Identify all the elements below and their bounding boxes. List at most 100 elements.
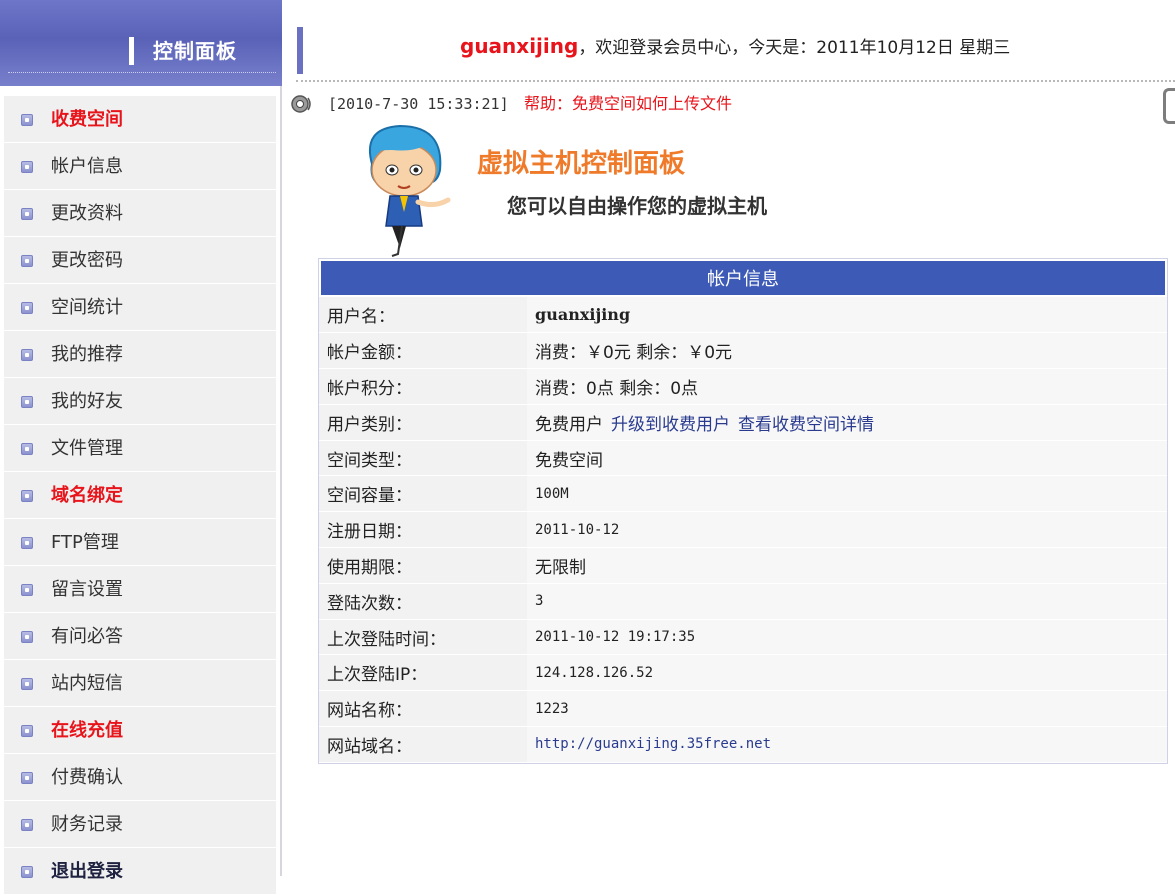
table-row: 登陆次数： 3 bbox=[319, 583, 1167, 620]
header-accent-bar bbox=[129, 37, 134, 65]
sidebar-item[interactable]: 我的好友 bbox=[4, 378, 276, 425]
username-value-cell: guanxijing bbox=[527, 297, 1167, 334]
sidebar-item-label: 空间统计 bbox=[51, 297, 123, 318]
sidebar-title: 控制面板 bbox=[153, 39, 237, 63]
bullet-icon bbox=[21, 537, 33, 549]
user-type-value-cell: 免费用户 升级到收费用户 查看收费空间详情 bbox=[527, 404, 1167, 441]
sidebar-item[interactable]: 域名绑定 bbox=[4, 472, 276, 519]
welcome-accent-bar bbox=[297, 27, 303, 74]
balance-key: 帐户金额： bbox=[319, 332, 527, 370]
welcome-message: guanxijing，欢迎登录会员中心，今天是：2011年10月12日 星期三 bbox=[460, 32, 1010, 62]
sidebar-item[interactable]: 付费确认 bbox=[4, 754, 276, 801]
upgrade-link[interactable]: 升级到收费用户 bbox=[611, 415, 730, 435]
sidebar-item-label: 在线充值 bbox=[51, 720, 123, 741]
last-login-ip-value: 124.128.126.52 bbox=[527, 654, 1167, 692]
term-value: 无限制 bbox=[527, 547, 1167, 584]
bullet-icon bbox=[21, 819, 33, 831]
table-row: 帐户积分： 消费：0点 剩余：0点 bbox=[319, 368, 1167, 405]
table-row: 空间类型： 免费空间 bbox=[319, 440, 1167, 477]
sidebar-item-label: 财务记录 bbox=[51, 814, 123, 835]
table-row: 帐户金额： 消费：￥0元 剩余：￥0元 bbox=[319, 332, 1167, 370]
sidebar-item-label: 付费确认 bbox=[51, 767, 123, 788]
sidebar-item[interactable]: 有问必答 bbox=[4, 613, 276, 660]
bullet-icon bbox=[21, 490, 33, 502]
term-key: 使用期限： bbox=[319, 547, 527, 584]
sidebar-item-label: 退出登录 bbox=[51, 861, 123, 882]
sidebar-item-label: 站内短信 bbox=[51, 673, 123, 694]
table-row: 空间容量： 100M bbox=[319, 475, 1167, 513]
sidebar-item-label: 留言设置 bbox=[51, 579, 123, 600]
sidebar-item[interactable]: FTP管理 bbox=[4, 519, 276, 566]
speaker-icon bbox=[291, 95, 311, 113]
capacity-key: 空间容量： bbox=[319, 475, 527, 513]
sidebar-item-label: 我的好友 bbox=[51, 391, 123, 412]
table-row: 使用期限： 无限制 bbox=[319, 547, 1167, 584]
sidebar-item-label: 更改资料 bbox=[51, 203, 123, 224]
table-row: 用户名： guanxijing bbox=[319, 297, 1167, 334]
login-count-key: 登陆次数： bbox=[319, 583, 527, 620]
table-row: 上次登陆IP： 124.128.126.52 bbox=[319, 654, 1167, 692]
scroll-edge-icon bbox=[1163, 88, 1175, 124]
notice-help-link[interactable]: 帮助：免费空间如何上传文件 bbox=[524, 92, 732, 116]
welcome-text: ，欢迎登录会员中心，今天是：2011年10月12日 星期三 bbox=[578, 38, 1011, 58]
sidebar-item[interactable]: 财务记录 bbox=[4, 801, 276, 848]
username-value: guanxijing bbox=[535, 304, 631, 324]
reg-date-value: 2011-10-12 bbox=[527, 511, 1167, 549]
sidebar-item[interactable]: 更改资料 bbox=[4, 190, 276, 237]
user-type-key: 用户类别： bbox=[319, 404, 527, 441]
sidebar-header: 控制面板 bbox=[0, 0, 282, 86]
bullet-icon bbox=[21, 443, 33, 455]
panel-subtitle: 您可以自由操作您的虚拟主机 bbox=[507, 194, 767, 218]
welcome-username: guanxijing bbox=[460, 34, 579, 58]
site-name-value: 1223 bbox=[527, 690, 1167, 728]
table-row: 上次登陆时间： 2011-10-12 19:17:35 bbox=[319, 619, 1167, 656]
bullet-icon bbox=[21, 161, 33, 173]
sidebar-item[interactable]: 文件管理 bbox=[4, 425, 276, 472]
table-row: 网站域名： http://guanxijing.35free.net bbox=[319, 726, 1167, 763]
paid-space-details-link[interactable]: 查看收费空间详情 bbox=[738, 415, 874, 435]
points-value: 消费：0点 剩余：0点 bbox=[527, 368, 1167, 405]
last-login-ip-key: 上次登陆IP： bbox=[319, 654, 527, 692]
bullet-icon bbox=[21, 208, 33, 220]
sidebar-item[interactable]: 留言设置 bbox=[4, 566, 276, 613]
sidebar: 控制面板 收费空间 帐户信息更改资料更改密码空间统计我的推荐我的好友文件管理域名绑… bbox=[0, 0, 282, 895]
table-row: 网站名称： 1223 bbox=[319, 690, 1167, 728]
mascot-icon bbox=[368, 124, 451, 257]
bullet-icon bbox=[21, 631, 33, 643]
site-domain-link[interactable]: http://guanxijing.35free.net bbox=[535, 736, 771, 752]
sidebar-item-label: 有问必答 bbox=[51, 626, 123, 647]
bullet-icon bbox=[21, 584, 33, 596]
bullet-icon bbox=[21, 302, 33, 314]
bullet-icon bbox=[21, 678, 33, 690]
panel-title: 虚拟主机控制面板 bbox=[477, 149, 686, 179]
sidebar-item-label: 文件管理 bbox=[51, 438, 123, 459]
user-type-value: 免费用户 bbox=[535, 414, 603, 435]
last-login-time-key: 上次登陆时间： bbox=[319, 619, 527, 656]
sidebar-menu: 收费空间 帐户信息更改资料更改密码空间统计我的推荐我的好友文件管理域名绑定 FTP管… bbox=[0, 96, 276, 895]
sidebar-item[interactable]: 我的推荐 bbox=[4, 331, 276, 378]
sidebar-item[interactable]: 站内短信 bbox=[4, 660, 276, 707]
last-login-time-value: 2011-10-12 19:17:35 bbox=[527, 619, 1167, 656]
account-info-table: 帐户信息 用户名： guanxijing 帐户金额： 消费：￥0元 剩余：￥0元… bbox=[318, 258, 1168, 764]
bullet-icon bbox=[21, 114, 33, 126]
welcome-bar: guanxijing，欢迎登录会员中心，今天是：2011年10月12日 星期三 bbox=[296, 26, 1175, 78]
header-divider bbox=[8, 72, 276, 73]
space-type-value: 免费空间 bbox=[527, 440, 1167, 477]
sidebar-item-label: 域名绑定 bbox=[51, 485, 123, 506]
sidebar-item[interactable]: 更改密码 bbox=[4, 237, 276, 284]
sidebar-item[interactable]: 在线充值 bbox=[4, 707, 276, 754]
sidebar-item-label: 更改密码 bbox=[51, 250, 123, 271]
space-type-key: 空间类型： bbox=[319, 440, 527, 477]
notice-date: [2010-7-30 15:33:21] bbox=[328, 95, 509, 113]
sidebar-item[interactable]: 空间统计 bbox=[4, 284, 276, 331]
site-name-key: 网站名称： bbox=[319, 690, 527, 728]
account-info-heading: 帐户信息 bbox=[319, 259, 1167, 297]
sidebar-item[interactable]: 帐户信息 bbox=[4, 143, 276, 190]
top-divider bbox=[296, 80, 1175, 82]
sidebar-item[interactable]: 收费空间 bbox=[4, 96, 276, 143]
site-domain-key: 网站域名： bbox=[319, 726, 527, 763]
bullet-icon bbox=[21, 725, 33, 737]
bullet-icon bbox=[21, 255, 33, 267]
balance-value: 消费：￥0元 剩余：￥0元 bbox=[527, 332, 1167, 370]
sidebar-item[interactable]: 退出登录 bbox=[4, 848, 276, 895]
